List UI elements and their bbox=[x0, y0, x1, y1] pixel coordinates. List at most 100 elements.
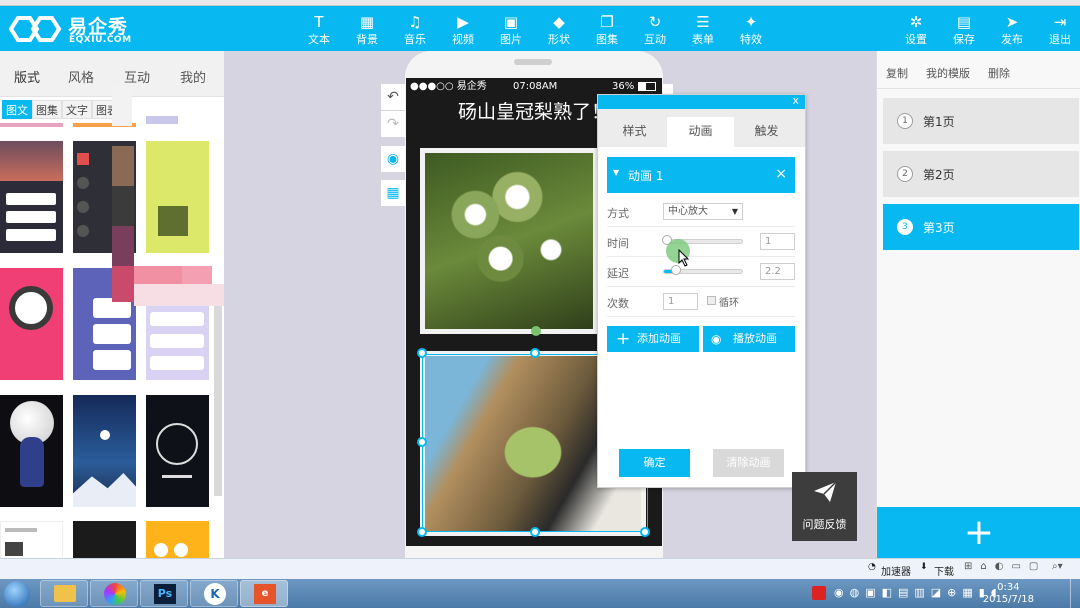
panel-scrollbar[interactable] bbox=[214, 301, 222, 496]
tab-style-settings[interactable]: 样式 bbox=[601, 117, 668, 147]
background-icon: ▦ bbox=[359, 13, 375, 31]
resize-handle[interactable] bbox=[530, 527, 540, 537]
form-icon: ☰ bbox=[696, 13, 710, 31]
tool-form[interactable]: ☰ 表单 bbox=[681, 6, 725, 51]
tab-animation[interactable]: 动画 bbox=[667, 117, 734, 147]
tool-effects[interactable]: ✦ 特效 bbox=[729, 6, 773, 51]
template-thumb[interactable] bbox=[146, 395, 209, 507]
tab-interaction[interactable]: 互动 bbox=[124, 67, 150, 86]
delete-page-button[interactable]: 删除 bbox=[988, 65, 1010, 81]
template-thumb[interactable] bbox=[73, 395, 136, 507]
taskbar-browser[interactable]: e bbox=[240, 580, 288, 607]
feedback-button[interactable]: 问题反馈 bbox=[792, 472, 857, 541]
plus-icon: + bbox=[963, 512, 995, 553]
subtab-image-text[interactable]: 图文 bbox=[2, 100, 32, 119]
my-template-button[interactable]: 我的模版 bbox=[926, 65, 970, 81]
page-label: 第2页 bbox=[923, 168, 955, 182]
dialog-close-button[interactable]: x bbox=[792, 94, 799, 107]
page-item-active[interactable]: 3 第3页 bbox=[883, 204, 1079, 250]
zoom-icon[interactable]: ⌕▾ bbox=[1052, 561, 1063, 572]
phone-speaker bbox=[514, 59, 552, 65]
taskbar-k-app[interactable]: K bbox=[190, 580, 238, 607]
resize-handle[interactable] bbox=[640, 527, 650, 537]
publish-button[interactable]: ➤ 发布 bbox=[990, 6, 1034, 51]
redo-button[interactable]: ↷ bbox=[381, 111, 405, 137]
resize-handle[interactable] bbox=[417, 437, 427, 447]
show-desktop-button[interactable] bbox=[1070, 579, 1080, 608]
exit-button[interactable]: ⇥ 退出 bbox=[1038, 6, 1080, 51]
tab-style[interactable]: 风格 bbox=[68, 67, 94, 86]
delay-label: 延迟 bbox=[607, 267, 629, 280]
template-thumb[interactable] bbox=[0, 268, 63, 380]
undo-icon: ↶ bbox=[387, 89, 399, 105]
save-button[interactable]: ▤ 保存 bbox=[942, 6, 986, 51]
template-thumb[interactable] bbox=[73, 521, 136, 559]
taskbar-picasa[interactable] bbox=[90, 580, 138, 607]
tool-interaction[interactable]: ↻ 互动 bbox=[633, 6, 677, 51]
music-icon: ♫ bbox=[408, 13, 422, 31]
template-thumb-strip[interactable] bbox=[0, 123, 63, 127]
tool-label: 发布 bbox=[1001, 33, 1023, 46]
resize-handle[interactable] bbox=[417, 527, 427, 537]
tool-label: 文本 bbox=[308, 33, 330, 46]
resize-handle[interactable] bbox=[530, 348, 540, 358]
collapse-caret-icon: ▼ bbox=[613, 168, 620, 177]
subtab-gallery[interactable]: 图集 bbox=[32, 100, 62, 119]
tab-trigger[interactable]: 触发 bbox=[733, 117, 800, 147]
blossom-photo[interactable] bbox=[420, 148, 598, 334]
app-logo[interactable]: 易企秀 EQXIU.COM bbox=[8, 12, 138, 46]
system-clock[interactable]: 0:34 2015/7/18 bbox=[983, 582, 1034, 606]
template-thumb[interactable] bbox=[146, 521, 209, 559]
subtab-text[interactable]: 文字 bbox=[62, 100, 92, 119]
copy-page-button[interactable]: 复制 bbox=[886, 65, 908, 81]
windows-taskbar: Ps K e ◉◍▣◧▤▥◪⊕▦▮◖ 0:34 2015/7/18 bbox=[0, 579, 1080, 608]
delay-input[interactable]: 2.2 bbox=[760, 263, 795, 280]
gear-icon: ✲ bbox=[909, 13, 923, 31]
tool-label: 图片 bbox=[500, 33, 522, 46]
clear-animation-button[interactable]: 清除动画 bbox=[713, 449, 784, 477]
template-thumb[interactable] bbox=[0, 395, 63, 507]
grid-button[interactable]: ▦ bbox=[381, 180, 405, 206]
tray-app-icon[interactable] bbox=[812, 586, 826, 600]
template-thumb[interactable] bbox=[0, 521, 63, 559]
tool-text[interactable]: T 文本 bbox=[297, 6, 341, 51]
tray-icons[interactable]: ◉◍▣◧▤▥◪⊕▦▮◖ bbox=[834, 586, 1003, 599]
template-thumb[interactable] bbox=[0, 141, 63, 253]
tab-mine[interactable]: 我的 bbox=[180, 67, 206, 86]
page-item[interactable]: 2 第2页 bbox=[883, 151, 1079, 197]
start-button[interactable] bbox=[4, 581, 30, 607]
rotate-handle[interactable] bbox=[531, 326, 541, 336]
download-label[interactable]: 下载 bbox=[934, 563, 954, 578]
play-animation-button[interactable]: ◉ 播放动画 bbox=[703, 326, 795, 352]
dialog-tabs: 样式 动画 触发 bbox=[598, 109, 805, 147]
taskbar-photoshop[interactable]: Ps bbox=[140, 580, 188, 607]
clock-date: 2015/7/18 bbox=[982, 594, 1034, 605]
loop-checkbox[interactable] bbox=[707, 296, 716, 305]
tool-shape[interactable]: ◆ 形状 bbox=[537, 6, 581, 51]
preview-button[interactable]: ◉ bbox=[381, 146, 405, 172]
confirm-button[interactable]: 确定 bbox=[619, 449, 690, 477]
tool-video[interactable]: ▶ 视频 bbox=[441, 6, 485, 51]
tool-image[interactable]: ▣ 图片 bbox=[489, 6, 533, 51]
count-input[interactable]: 1 bbox=[663, 293, 698, 310]
page-item[interactable]: 1 第1页 bbox=[883, 98, 1079, 144]
animation-title: 动画 1 bbox=[628, 169, 664, 183]
remove-animation-button[interactable]: × bbox=[775, 166, 787, 182]
tool-background[interactable]: ▦ 背景 bbox=[345, 6, 389, 51]
divider bbox=[877, 88, 1080, 89]
paper-plane-icon bbox=[814, 481, 837, 502]
tool-music[interactable]: ♫ 音乐 bbox=[393, 6, 437, 51]
animation-item-header[interactable]: ▼ 动画 1 × bbox=[607, 157, 795, 193]
method-select[interactable]: 中心放大 ▼ bbox=[663, 203, 743, 220]
accelerator-label[interactable]: 加速器 bbox=[881, 563, 911, 578]
tab-layout[interactable]: 版式 bbox=[14, 67, 40, 86]
add-page-button[interactable]: + bbox=[877, 507, 1080, 559]
duration-input[interactable]: 1 bbox=[760, 233, 795, 250]
plus-icon: + bbox=[616, 329, 631, 349]
tool-gallery[interactable]: ❐ 图集 bbox=[585, 6, 629, 51]
resize-handle[interactable] bbox=[417, 348, 427, 358]
add-animation-button[interactable]: + 添加动画 bbox=[607, 326, 699, 352]
undo-button[interactable]: ↶ bbox=[381, 84, 405, 110]
settings-button[interactable]: ✲ 设置 bbox=[894, 6, 938, 51]
taskbar-explorer[interactable] bbox=[40, 580, 88, 607]
